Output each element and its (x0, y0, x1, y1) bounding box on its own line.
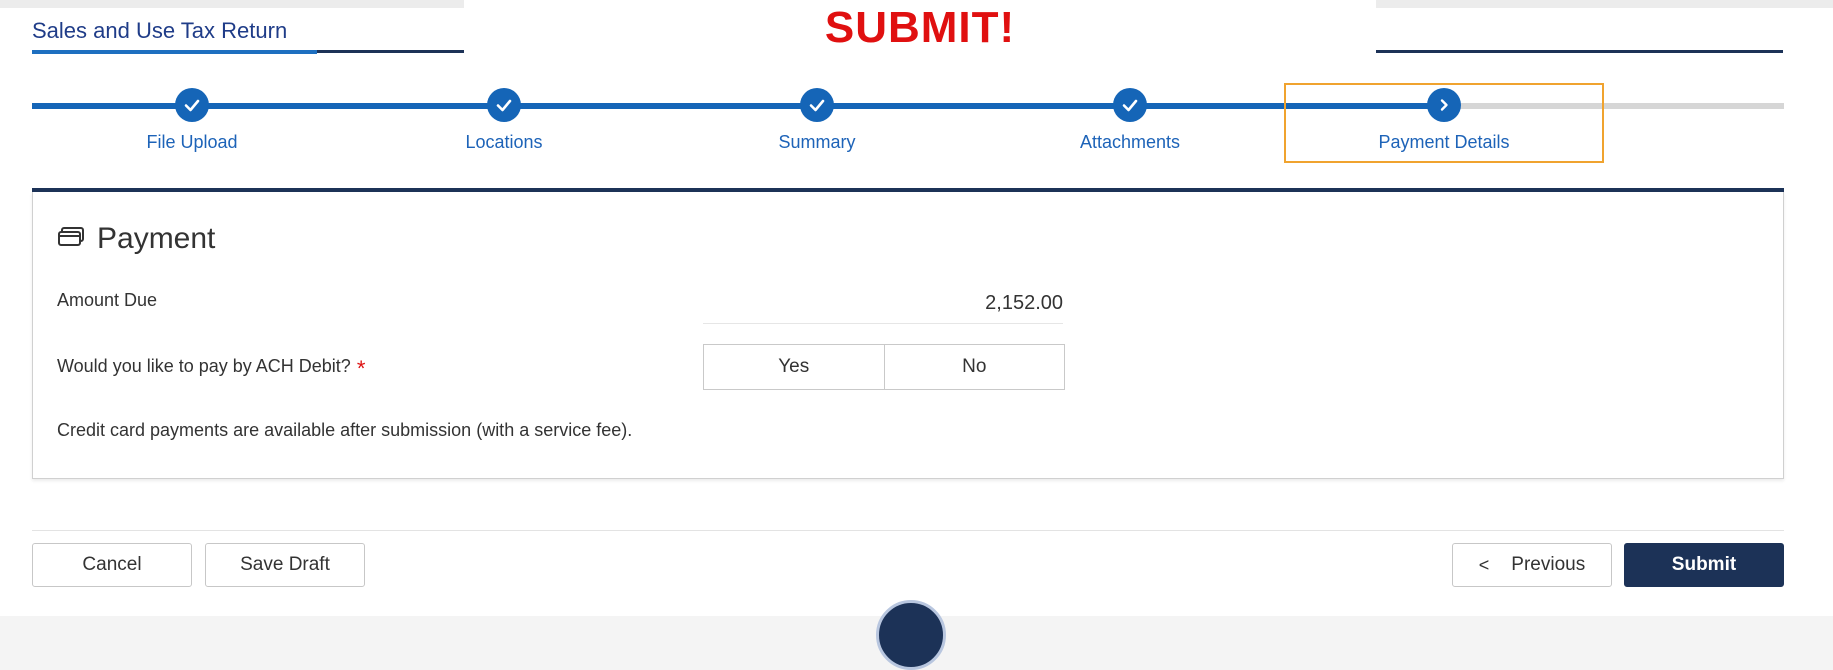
check-icon (800, 88, 834, 122)
submit-button[interactable]: Submit (1624, 543, 1784, 587)
amount-due-label: Amount Due (57, 290, 158, 310)
step-label: Summary (778, 132, 856, 152)
payment-panel: Payment Amount Due 2,152.00 Would you li… (32, 192, 1784, 479)
previous-button[interactable]: < Previous (1452, 543, 1612, 587)
credit-card-note: Credit card payments are available after… (57, 420, 633, 440)
title-underline (32, 50, 317, 54)
chevron-right-icon (1427, 88, 1461, 122)
help-badge[interactable] (876, 600, 946, 670)
step-label: Attachments (1079, 132, 1181, 152)
ach-no-button[interactable]: No (883, 345, 1064, 389)
chevron-left-icon: < (1478, 554, 1490, 575)
step-label: File Upload (146, 132, 238, 152)
step-summary[interactable]: Summary (717, 88, 917, 153)
ach-yes-button[interactable]: Yes (704, 345, 884, 389)
required-marker: * (356, 356, 366, 381)
previous-label: Previous (1511, 554, 1586, 575)
footer-divider (32, 530, 1784, 531)
save-draft-button[interactable]: Save Draft (205, 543, 365, 587)
ach-question-text: Would you like to pay by ACH Debit? (57, 356, 351, 376)
check-icon (1113, 88, 1147, 122)
page: Sales and Use Tax Return SUBMIT! File Up… (0, 0, 1833, 670)
credit-card-icon (57, 222, 85, 256)
page-title: Sales and Use Tax Return (32, 18, 288, 43)
banner-text: SUBMIT! (824, 3, 1016, 52)
ach-question: Would you like to pay by ACH Debit? * (57, 356, 365, 382)
check-icon (487, 88, 521, 122)
step-label: Locations (465, 132, 543, 152)
check-icon (175, 88, 209, 122)
step-attachments[interactable]: Attachments (1030, 88, 1230, 153)
cancel-button[interactable]: Cancel (32, 543, 192, 587)
ach-toggle: Yes No (703, 344, 1065, 390)
step-file-upload[interactable]: File Upload (92, 88, 292, 153)
payment-section-title: Payment (57, 222, 215, 256)
amount-due-value: 2,152.00 (703, 292, 1063, 324)
submit-banner: SUBMIT! (464, 0, 1376, 56)
step-locations[interactable]: Locations (404, 88, 604, 153)
payment-title-text: Payment (97, 222, 216, 255)
